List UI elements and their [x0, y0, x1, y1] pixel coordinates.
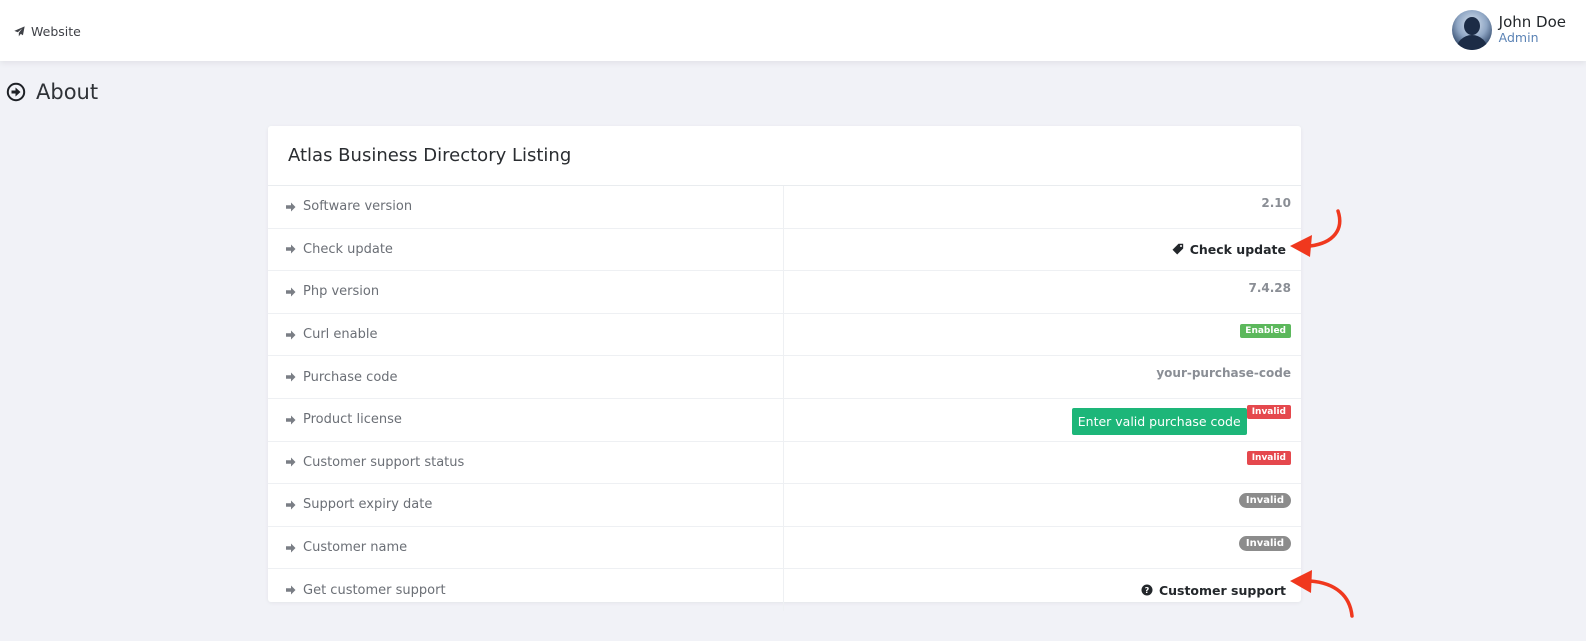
- svg-text:?: ?: [1145, 586, 1150, 595]
- software-version-value: 2.10: [1261, 195, 1291, 210]
- question-circle-icon: ?: [1141, 584, 1153, 596]
- customer-support-label: Customer support: [1158, 582, 1286, 598]
- info-row-php-version: Php version 7.4.28: [268, 271, 1301, 314]
- status-badge: Enabled: [1240, 323, 1291, 338]
- arrow-right-icon: [286, 202, 296, 212]
- paper-plane-icon: [14, 26, 25, 37]
- info-row-check-update: Check update Check update: [268, 228, 1301, 272]
- info-row-support-expiry: Support expiry date Invalid: [268, 484, 1301, 527]
- arrow-right-icon: [286, 244, 296, 254]
- info-row-customer-name: Customer name Invalid: [268, 526, 1301, 570]
- check-update-label: Check update: [1189, 241, 1286, 257]
- user-menu[interactable]: John Doe Admin: [1451, 8, 1566, 52]
- php-version-value: 7.4.28: [1248, 280, 1291, 295]
- row-label: Php version: [303, 284, 380, 300]
- arrow-right-icon: [286, 415, 296, 425]
- annotation-arrow-customer-support: [1290, 570, 1354, 618]
- row-label: Check update: [303, 241, 393, 257]
- arrow-right-icon: [286, 372, 296, 382]
- row-label: Customer support status: [303, 454, 465, 470]
- check-update-link[interactable]: Check update: [1172, 242, 1291, 257]
- status-badge: Invalid: [1238, 536, 1291, 552]
- customer-support-link[interactable]: ? Customer support: [1141, 583, 1291, 598]
- arrow-right-icon: [286, 330, 296, 340]
- page-title: About: [36, 80, 99, 104]
- purchase-code-value: your-purchase-code: [1156, 366, 1291, 381]
- arrow-right-icon: [286, 500, 296, 510]
- user-name: John Doe: [1498, 13, 1566, 32]
- circle-arrow-right-icon: [6, 82, 26, 102]
- arrow-right-icon: [286, 543, 296, 553]
- website-link-label: Website: [31, 24, 81, 39]
- status-badge: Invalid: [1246, 451, 1291, 466]
- enter-purchase-code-button[interactable]: Enter valid purchase code: [1071, 407, 1247, 435]
- row-label: Purchase code: [303, 369, 398, 385]
- row-label: Software version: [303, 199, 413, 215]
- top-navbar: Website John Doe Admin: [0, 0, 1586, 61]
- arrow-right-icon: [286, 457, 296, 467]
- row-label: Product license: [303, 412, 402, 428]
- arrow-right-icon: [286, 585, 296, 595]
- row-label: Get customer support: [303, 582, 446, 598]
- about-card: Atlas Business Directory Listing Softwar…: [268, 126, 1301, 611]
- card-title: Atlas Business Directory Listing: [268, 126, 1301, 186]
- tag-icon: [1172, 244, 1183, 255]
- info-row-support-status: Customer support status Invalid: [268, 441, 1301, 485]
- row-label: Customer name: [303, 540, 408, 556]
- status-badge: Invalid: [1246, 404, 1291, 419]
- avatar: [1451, 10, 1492, 50]
- user-role: Admin: [1498, 30, 1539, 46]
- info-row-product-license: Product license Enter valid purchase cod…: [268, 398, 1301, 442]
- page-header: About: [6, 80, 98, 104]
- website-link[interactable]: Website: [14, 24, 81, 39]
- info-row-purchase-code: Purchase code your-purchase-code: [268, 356, 1301, 399]
- row-label: Support expiry date: [303, 497, 433, 513]
- row-label: Curl enable: [303, 327, 378, 343]
- status-badge: Invalid: [1238, 493, 1291, 509]
- info-row-customer-support: Get customer support ? Customer support: [268, 569, 1301, 611]
- info-row-software-version: Software version 2.10: [268, 186, 1301, 229]
- info-row-curl-enable: Curl enable Enabled: [268, 313, 1301, 357]
- arrow-right-icon: [286, 287, 296, 297]
- annotation-arrow-check-update: [1290, 209, 1342, 257]
